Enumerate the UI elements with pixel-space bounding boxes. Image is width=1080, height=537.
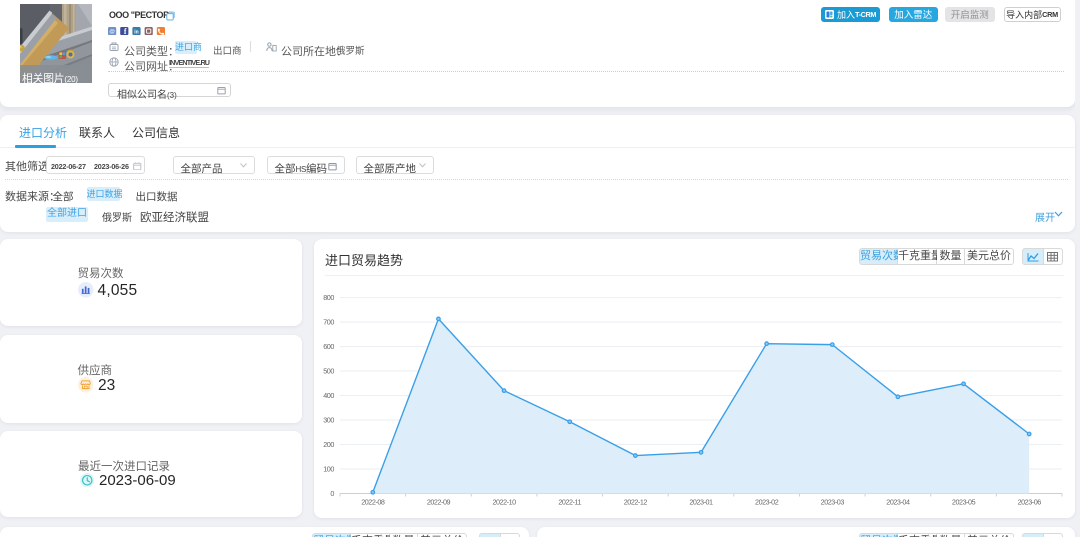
svg-text:2023-03: 2023-03 (821, 498, 845, 507)
svg-text:in: in (134, 29, 138, 35)
svg-text:2022-09: 2022-09 (427, 498, 451, 507)
svg-text:400: 400 (323, 391, 334, 400)
svg-text:100: 100 (323, 465, 334, 474)
svg-text:@: @ (109, 29, 115, 35)
svg-text:200: 200 (323, 440, 334, 449)
svg-text:2023-01: 2023-01 (689, 498, 713, 507)
svg-text:2022-10: 2022-10 (492, 498, 516, 507)
svg-text:0: 0 (330, 489, 334, 498)
svg-text:2023-04: 2023-04 (886, 498, 910, 507)
svg-text:800: 800 (323, 293, 334, 302)
svg-text:500: 500 (323, 367, 334, 376)
svg-text:f: f (124, 27, 127, 35)
svg-text:2023-05: 2023-05 (952, 498, 976, 507)
svg-text:300: 300 (323, 416, 334, 425)
svg-text:2022-08: 2022-08 (361, 498, 385, 507)
svg-text:2023-02: 2023-02 (755, 498, 779, 507)
svg-text:2022-11: 2022-11 (558, 498, 581, 507)
svg-text:700: 700 (323, 318, 334, 327)
svg-text:2022-12: 2022-12 (624, 498, 648, 507)
svg-text:2023-06: 2023-06 (1018, 498, 1042, 507)
svg-text:600: 600 (323, 342, 334, 351)
